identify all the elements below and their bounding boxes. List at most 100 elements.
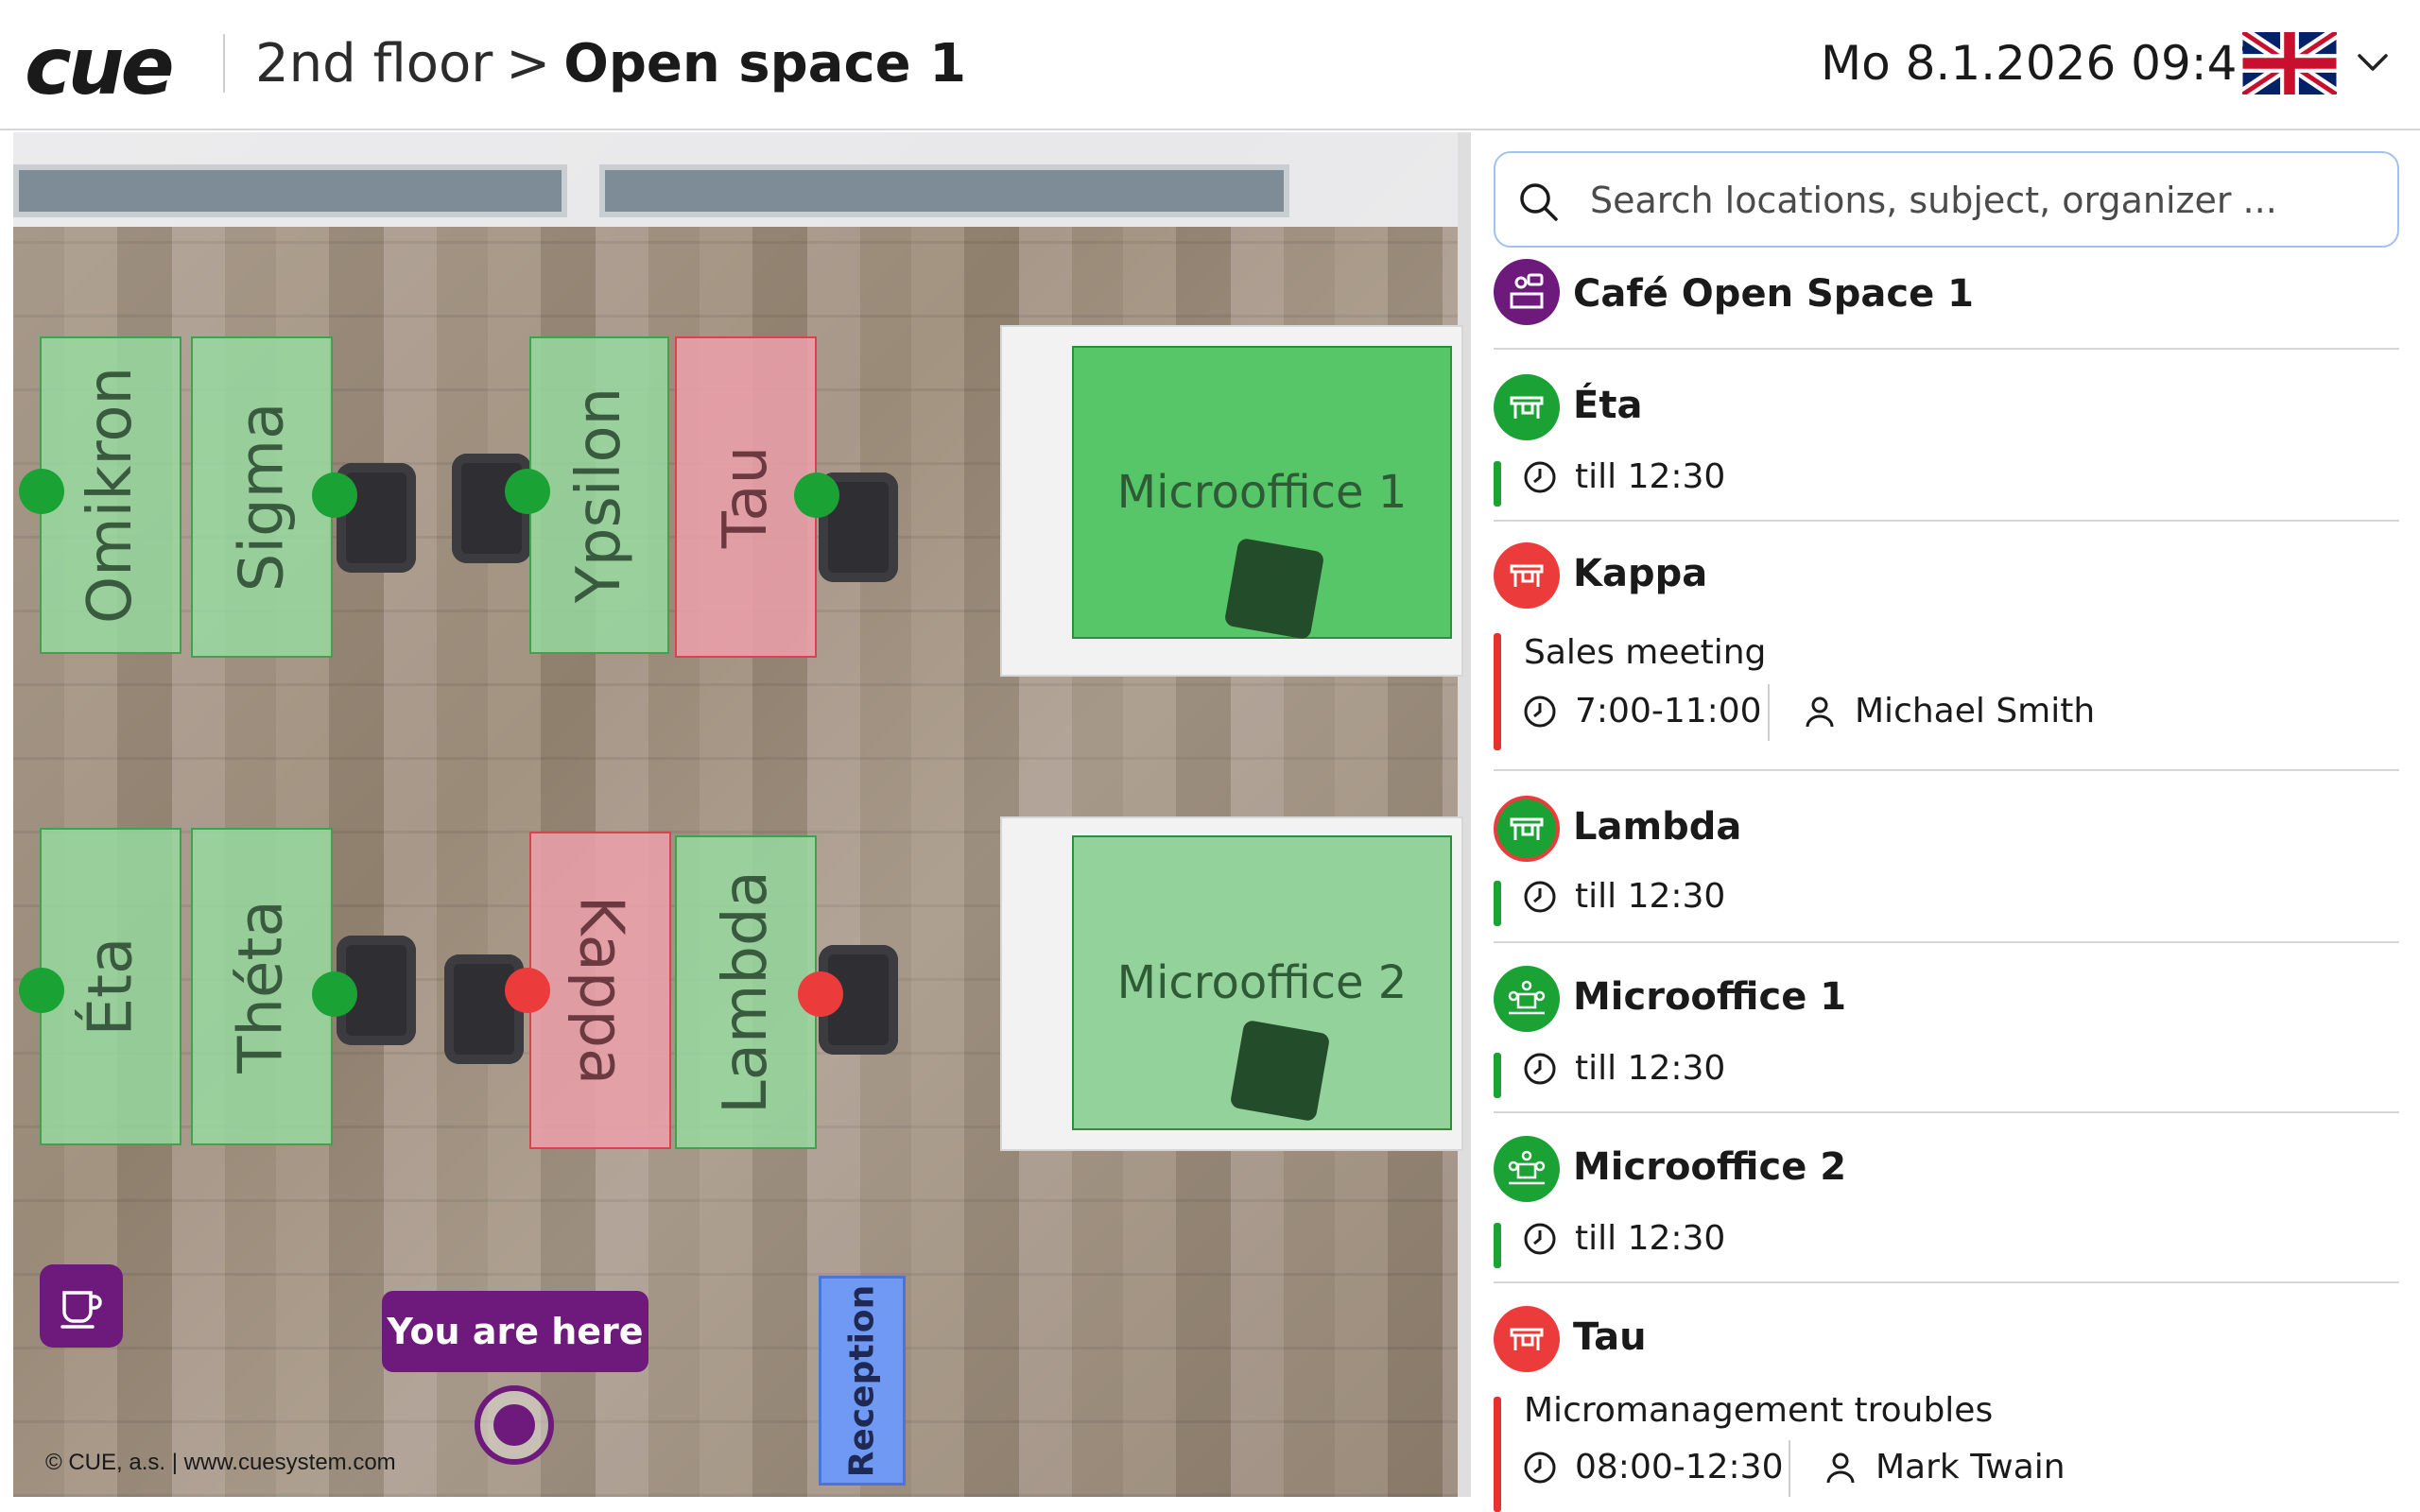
desk-icon (1494, 1306, 1560, 1372)
organizer-name: Michael Smith (1855, 692, 2096, 730)
desk-lambda[interactable]: Lambda (675, 835, 817, 1149)
time-text: till 12:30 (1575, 1049, 1726, 1088)
desk-label: Sigma (227, 402, 297, 593)
organizer-info: Mark Twain (1823, 1448, 2066, 1486)
status-dot-free (505, 469, 550, 514)
item-name: Tau (1573, 1315, 1647, 1359)
organizer-info: Michael Smith (1802, 692, 2095, 730)
list-item-cafe[interactable]: Café Open Space 1 (1494, 259, 2399, 350)
meeting-room-icon (1494, 966, 1560, 1032)
search-icon (1520, 183, 1558, 221)
status-bar-busy (1494, 633, 1501, 750)
status-bar-free (1494, 881, 1501, 926)
top-bar: cue 2nd floor > Open space 1 Mo 8.1.2026 0… (0, 0, 2420, 130)
uk-flag-icon[interactable] (2242, 32, 2337, 94)
you-are-here-label: You are here (382, 1291, 648, 1372)
date-time: Mo 8.1.2026 09:41 (1821, 36, 2268, 91)
item-name: Kappa (1573, 552, 1708, 595)
item-name: Microoffice 1 (1573, 975, 1847, 1019)
status-dot-free (19, 469, 64, 514)
desk-icon (1494, 542, 1560, 609)
time-info: till 12:30 (1522, 1049, 1725, 1088)
breadcrumb-floor[interactable]: 2nd floor (255, 33, 493, 94)
cue-logo: cue (25, 20, 175, 112)
list-item-lambda[interactable]: Lambda till 12:30 (1494, 773, 2399, 943)
time-info: till 12:30 (1522, 457, 1725, 496)
chair (444, 954, 524, 1064)
meeting-subject: Micromanagement troubles (1524, 1391, 1994, 1430)
chair (1229, 1019, 1331, 1123)
list-item-microoffice-1[interactable]: Microoffice 1 till 12:30 (1494, 945, 2399, 1113)
item-name: Microoffice 2 (1573, 1145, 1847, 1189)
chevron-down-icon[interactable] (2354, 43, 2392, 81)
status-dot-busy (505, 968, 550, 1013)
list-item-eta[interactable]: Éta till 12:30 (1494, 352, 2399, 522)
cafe-icon (1494, 259, 1560, 325)
desk-label: Éta (76, 936, 146, 1037)
meeting-room-icon (1494, 1136, 1560, 1202)
person-icon (1823, 1450, 1858, 1486)
status-bar-busy (1494, 1397, 1501, 1512)
search-box[interactable] (1494, 151, 2399, 248)
breadcrumb-space: Open space 1 (563, 33, 967, 94)
time-info: 7:00-11:00 (1522, 692, 1762, 730)
breadcrumb-separator: > (506, 33, 551, 94)
item-name: Éta (1573, 384, 1643, 427)
status-bar-free (1494, 1223, 1501, 1268)
chair (1223, 537, 1325, 641)
status-dot-free (312, 971, 357, 1017)
desk-icon (1494, 374, 1560, 440)
clock-icon (1522, 459, 1558, 495)
organizer-name: Mark Twain (1876, 1448, 2066, 1486)
time-text: till 12:30 (1575, 877, 1726, 916)
status-bar-free (1494, 461, 1501, 507)
window (599, 164, 1289, 217)
list-item-microoffice-2[interactable]: Microoffice 2 till 12:30 (1494, 1115, 2399, 1283)
search-input[interactable] (1590, 170, 2365, 231)
coffee-cup-icon[interactable] (40, 1264, 123, 1348)
clock-icon (1522, 1051, 1558, 1087)
clock-icon (1522, 1450, 1558, 1486)
time-info: till 12:30 (1522, 877, 1725, 916)
room-label: Microoffice 1 (1116, 466, 1408, 519)
time-text: till 12:30 (1575, 457, 1726, 496)
window (13, 164, 567, 217)
time-info: till 12:30 (1522, 1219, 1725, 1258)
desk-label: Omikron (76, 366, 146, 625)
status-dot-busy (798, 971, 843, 1017)
clock-icon (1522, 1221, 1558, 1257)
desk-label: Lambda (711, 870, 781, 1114)
time-text: 7:00-11:00 (1575, 692, 1762, 730)
location-marker-icon (475, 1385, 554, 1465)
status-dot-free (19, 968, 64, 1013)
item-name: Café Open Space 1 (1573, 272, 1975, 316)
desk-label: Théta (227, 900, 297, 1074)
divider (1768, 684, 1770, 741)
divider (1789, 1440, 1790, 1497)
person-icon (1802, 694, 1838, 730)
reception-area[interactable]: Reception (819, 1276, 906, 1486)
time-info: 08:00-12:30 (1522, 1448, 1783, 1486)
time-text: 08:00-12:30 (1575, 1448, 1784, 1486)
desk-ypsilon[interactable]: Ypsilon (529, 336, 669, 654)
copyright: © CUE, a.s. | www.cuesystem.com (45, 1450, 396, 1475)
floor-plan[interactable]: Omikron Sigma Ypsilon Tau Éta Théta Kapp… (13, 132, 1471, 1497)
status-bar-free (1494, 1053, 1501, 1098)
desk-kappa[interactable]: Kappa (529, 832, 671, 1149)
desk-label: Tau (711, 445, 781, 549)
item-name: Lambda (1573, 805, 1742, 849)
header-divider (223, 34, 225, 93)
status-dot-free (312, 472, 357, 518)
time-text: till 12:30 (1575, 1219, 1726, 1258)
desk-theta[interactable]: Théta (191, 828, 333, 1145)
clock-icon (1522, 879, 1558, 915)
meeting-subject: Sales meeting (1524, 633, 1767, 672)
desk-label: Kappa (565, 895, 635, 1086)
breadcrumb: 2nd floor > Open space 1 (255, 28, 966, 100)
reception-label: Reception (842, 1284, 882, 1477)
desk-label: Ypsilon (564, 387, 634, 604)
list-item-kappa[interactable]: Kappa Sales meeting 7:00-11:00 Michael S… (1494, 524, 2399, 771)
list-item-tau[interactable]: Tau Micromanagement troubles 08:00-12:30… (1494, 1285, 2399, 1512)
status-dot-free (794, 472, 839, 518)
clock-icon (1522, 694, 1558, 730)
